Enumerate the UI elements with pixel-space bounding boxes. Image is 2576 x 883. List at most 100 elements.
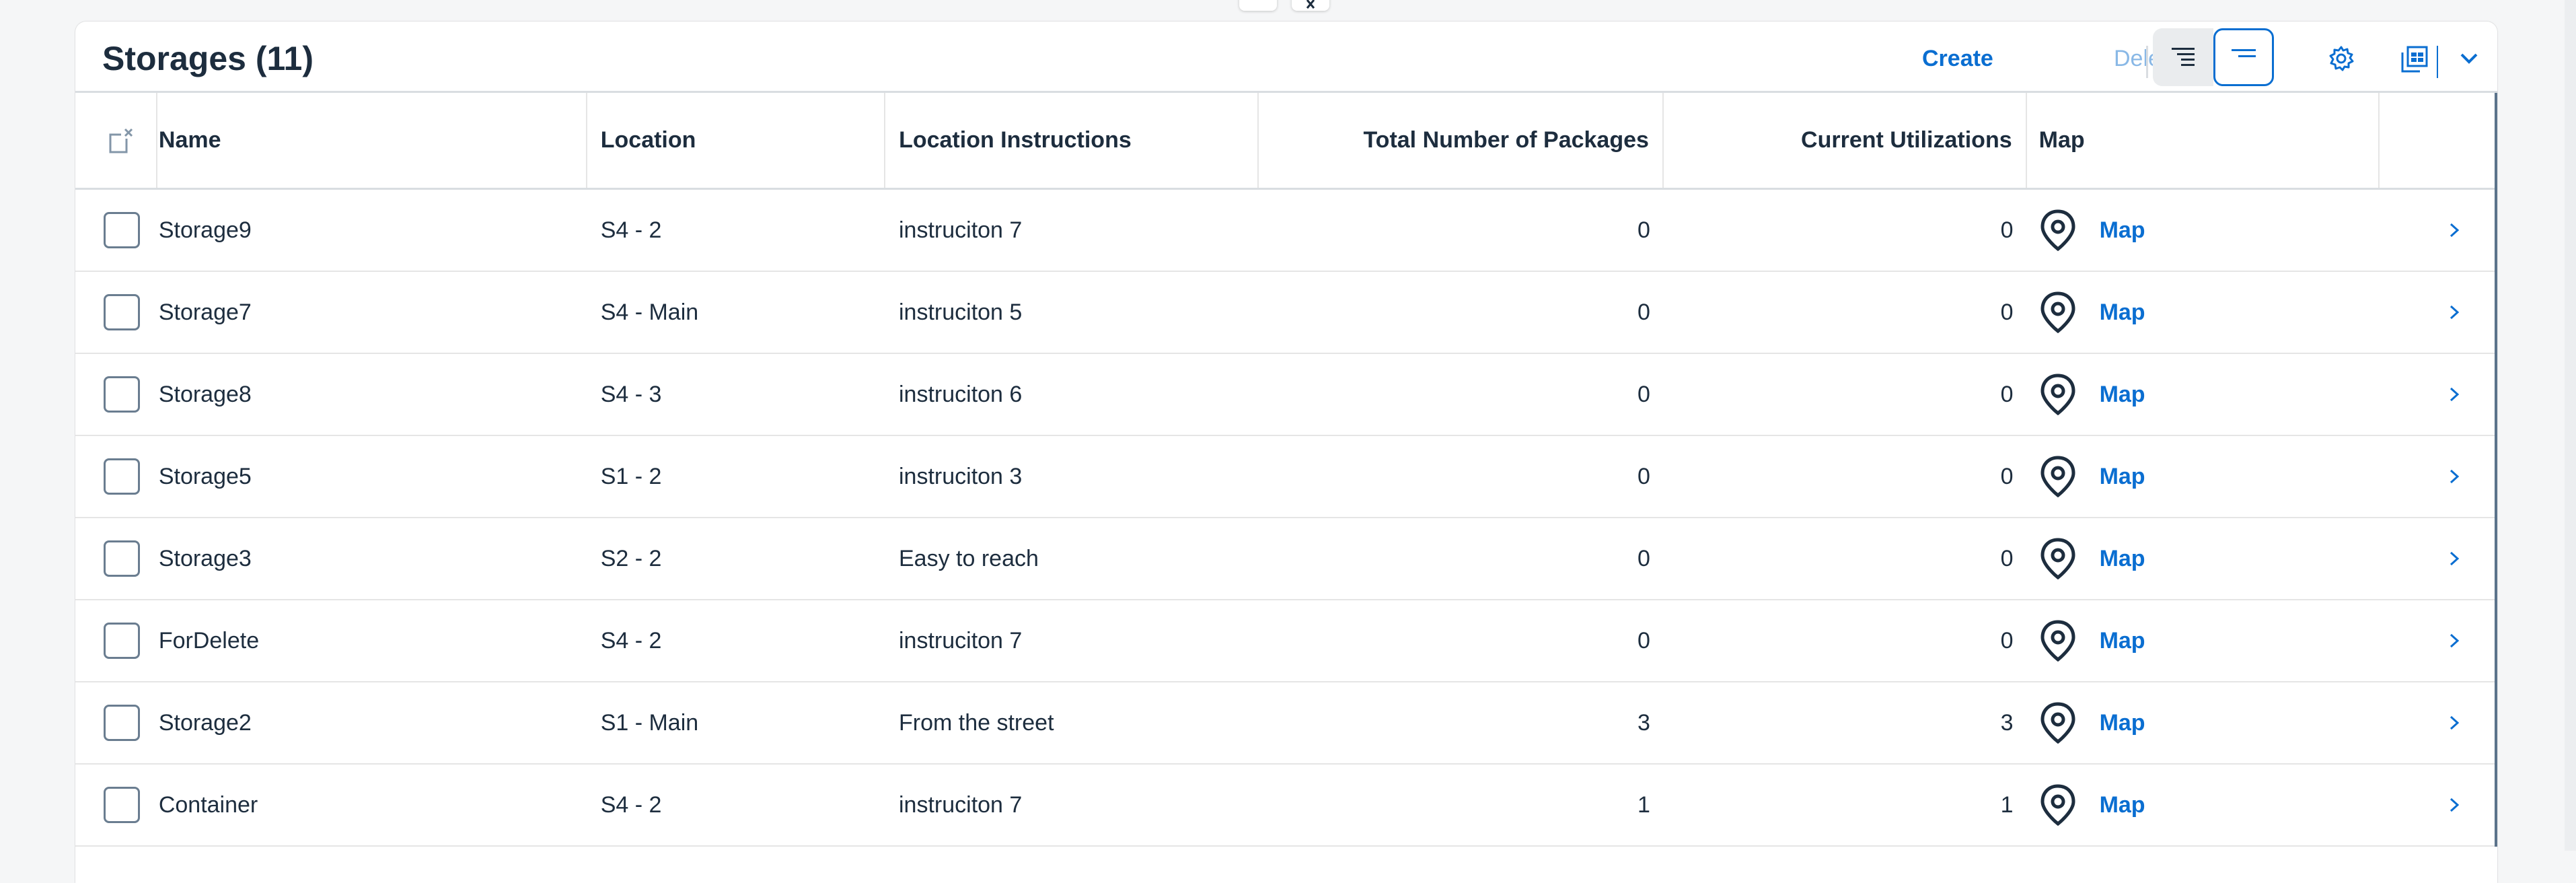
cell-navigation[interactable] <box>2380 765 2495 845</box>
chevron-right-icon <box>2450 798 2459 812</box>
table-row[interactable]: Storage7 S4 - Main instruciton 5 0 0 Map <box>75 272 2495 354</box>
map-link[interactable]: Map <box>2100 546 2145 572</box>
column-header-navigation <box>2380 93 2495 188</box>
row-checkbox[interactable] <box>103 787 140 823</box>
cell-navigation[interactable] <box>2380 272 2495 353</box>
chevron-right-icon <box>2450 305 2459 320</box>
chevron-right-icon <box>2450 387 2459 402</box>
row-select-cell <box>75 682 157 763</box>
table-row[interactable]: Storage3 S2 - 2 Easy to reach 0 0 Map <box>75 518 2495 600</box>
cell-location-instructions: instruciton 7 <box>899 627 1023 654</box>
chevron-right-icon <box>2450 223 2459 238</box>
row-select-cell <box>75 600 157 681</box>
map-link[interactable]: Map <box>2100 217 2145 244</box>
cell-name: Storage7 <box>158 299 252 325</box>
row-checkbox[interactable] <box>103 212 140 248</box>
map-link[interactable]: Map <box>2100 299 2145 326</box>
table-row[interactable]: Storage8 S4 - 3 instruciton 6 0 0 Map <box>75 354 2495 436</box>
row-checkbox[interactable] <box>103 540 140 577</box>
table-row[interactable]: ForDelete S4 - 2 instruciton 7 0 0 Map <box>75 600 2495 682</box>
cell-navigation[interactable] <box>2380 436 2495 517</box>
cell-navigation[interactable] <box>2380 600 2495 681</box>
chevron-right-icon <box>2450 551 2459 566</box>
cell-location-instructions: instruciton 7 <box>899 217 1023 243</box>
cell-total-packages: 0 <box>1637 545 1650 571</box>
cell-location: S4 - 2 <box>600 791 662 818</box>
map-pin-icon <box>2040 538 2075 580</box>
table-row[interactable]: Container S4 - 2 instruciton 7 1 1 Map <box>75 765 2495 847</box>
export-menu-separator <box>2437 46 2438 78</box>
row-select-cell <box>75 272 157 353</box>
cell-current-utilizations: 3 <box>2000 709 2014 736</box>
cell-current-utilizations: 0 <box>2000 217 2014 243</box>
map-link[interactable]: Map <box>2100 710 2145 736</box>
cell-navigation[interactable] <box>2380 354 2495 435</box>
table-body: Storage9 S4 - 2 instruciton 7 0 0 Map St… <box>75 190 2495 847</box>
table-row[interactable]: Storage5 S1 - 2 instruciton 3 0 0 Map <box>75 436 2495 518</box>
column-header-map[interactable]: Map <box>2027 93 2380 188</box>
row-select-cell <box>75 765 157 845</box>
column-header-location[interactable]: Location <box>587 93 886 188</box>
cell-name: Storage3 <box>158 545 252 571</box>
cell-map: Map <box>2027 518 2380 599</box>
row-checkbox[interactable] <box>103 458 140 495</box>
cell-navigation[interactable] <box>2380 190 2495 271</box>
row-checkbox[interactable] <box>103 705 140 741</box>
chevron-right-icon <box>2450 715 2459 730</box>
column-header-name[interactable]: Name <box>157 93 587 188</box>
map-link[interactable]: Map <box>2100 628 2145 654</box>
map-pin-icon <box>2040 456 2075 498</box>
cell-navigation[interactable] <box>2380 518 2495 599</box>
collapse-header-button[interactable] <box>1239 0 1277 11</box>
pin-icon <box>1306 0 1315 9</box>
row-select-cell <box>75 354 157 435</box>
table-row[interactable]: Storage2 S1 - Main From the street 3 3 M… <box>75 682 2495 765</box>
column-header-total-packages[interactable]: Total Number of Packages <box>1259 93 1664 188</box>
cell-map: Map <box>2027 765 2380 845</box>
export-button[interactable] <box>2391 35 2438 82</box>
cell-total-packages: 1 <box>1637 791 1650 818</box>
cell-location-instructions: instruciton 7 <box>899 791 1023 818</box>
page-title: Storages (11) <box>102 40 314 77</box>
storages-table: Name Location Location Instructions Tota… <box>75 93 2497 847</box>
map-link[interactable]: Map <box>2100 382 2145 408</box>
cell-total-packages: 0 <box>1637 463 1650 489</box>
page-scrollbar[interactable] <box>2565 0 2576 851</box>
gear-icon <box>2329 46 2354 71</box>
map-link[interactable]: Map <box>2100 464 2145 490</box>
select-all-cell[interactable] <box>75 93 157 188</box>
cell-location-instructions: From the street <box>899 709 1054 736</box>
cell-map: Map <box>2027 354 2380 435</box>
table-toolbar: Storages (11) Create Delete <box>75 22 2497 93</box>
cell-current-utilizations: 0 <box>2000 381 2014 407</box>
group-header-button[interactable] <box>2213 28 2274 86</box>
cell-current-utilizations: 0 <box>2000 299 2014 325</box>
table-row[interactable]: Storage9 S4 - 2 instruciton 7 0 0 Map <box>75 190 2495 272</box>
column-header-current-utilizations[interactable]: Current Utilizations <box>1664 93 2027 188</box>
map-pin-icon <box>2040 620 2075 662</box>
cell-navigation[interactable] <box>2380 682 2495 763</box>
group-header-icon <box>2232 49 2256 57</box>
cell-current-utilizations: 0 <box>2000 545 2014 571</box>
map-link[interactable]: Map <box>2100 792 2145 818</box>
pin-header-button[interactable] <box>1292 0 1329 11</box>
cell-current-utilizations: 0 <box>2000 463 2014 489</box>
row-checkbox[interactable] <box>103 294 140 330</box>
row-select-cell <box>75 436 157 517</box>
condensed-view-button[interactable] <box>2153 28 2213 86</box>
row-checkbox[interactable] <box>103 623 140 659</box>
column-header-location-instructions[interactable]: Location Instructions <box>885 93 1259 188</box>
map-pin-icon <box>2040 702 2075 744</box>
map-pin-icon <box>2040 291 2075 334</box>
cell-map: Map <box>2027 682 2380 763</box>
row-checkbox[interactable] <box>103 376 140 413</box>
export-menu-button[interactable] <box>2445 35 2493 82</box>
cell-location-instructions: instruciton 6 <box>899 381 1023 407</box>
cell-location-instructions: instruciton 3 <box>899 463 1023 489</box>
chevron-down-icon <box>2460 53 2478 64</box>
cell-current-utilizations: 1 <box>2000 791 2014 818</box>
settings-button[interactable] <box>2318 35 2365 82</box>
cell-location-instructions: instruciton 5 <box>899 299 1023 325</box>
create-button[interactable]: Create <box>1922 42 1993 75</box>
cell-map: Map <box>2027 190 2380 271</box>
